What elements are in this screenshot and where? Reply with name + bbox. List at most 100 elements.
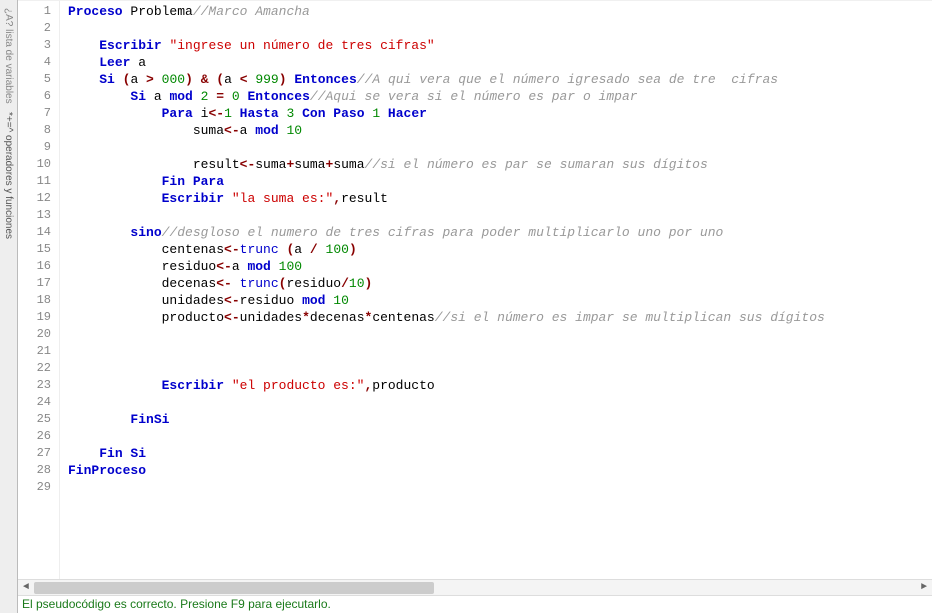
token-kw: Para bbox=[162, 106, 193, 121]
token-ident: a bbox=[232, 259, 248, 274]
token-kw: mod bbox=[247, 259, 278, 274]
token-ident: producto bbox=[372, 378, 434, 393]
code-line[interactable]: Si a mod 2 = 0 Entonces//Aqui se vera si… bbox=[68, 88, 932, 105]
token-ident: centenas bbox=[372, 310, 434, 325]
scroll-thumb[interactable] bbox=[34, 582, 434, 594]
code-line[interactable]: FinSi bbox=[68, 411, 932, 428]
token-num: 100 bbox=[318, 242, 349, 257]
token-num: 10 bbox=[349, 276, 365, 291]
line-number: 1 bbox=[18, 3, 51, 20]
code-line[interactable]: result<-suma+suma+suma//si el número es … bbox=[68, 156, 932, 173]
token-kw: Entonces bbox=[287, 72, 357, 87]
token-ident: a bbox=[130, 55, 146, 70]
code-line[interactable]: centenas<-trunc (a / 100) bbox=[68, 241, 932, 258]
token-num: 10 bbox=[286, 123, 302, 138]
code-line[interactable]: Proceso Problema//Marco Amancha bbox=[68, 3, 932, 20]
token-kw: Fin Para bbox=[162, 174, 224, 189]
token-num: 0 bbox=[232, 89, 240, 104]
token-kw: sino bbox=[130, 225, 161, 240]
token-op: <- bbox=[216, 259, 232, 274]
token-op: <- bbox=[208, 106, 224, 121]
token-num: 1 bbox=[224, 106, 232, 121]
token-num: 000 bbox=[154, 72, 185, 87]
code-line[interactable]: producto<-unidades*decenas*centenas//si … bbox=[68, 309, 932, 326]
token-func: trunc bbox=[240, 242, 279, 257]
code-line[interactable] bbox=[68, 20, 932, 37]
code-line[interactable]: Escribir "la suma es:",result bbox=[68, 190, 932, 207]
token-str: "ingrese un número de tres cifras" bbox=[169, 38, 434, 53]
token-op: ) bbox=[279, 72, 287, 87]
tab-operators[interactable]: *+=^ operadores y funciones bbox=[3, 108, 14, 243]
token-op: & bbox=[193, 72, 216, 87]
token-ident: suma bbox=[333, 157, 364, 172]
token-kw: Hacer bbox=[380, 106, 427, 121]
line-number: 17 bbox=[18, 275, 51, 292]
code-line[interactable] bbox=[68, 343, 932, 360]
code-line[interactable]: unidades<-residuo mod 10 bbox=[68, 292, 932, 309]
code-line[interactable]: decenas<- trunc(residuo/10) bbox=[68, 275, 932, 292]
token-op: ) bbox=[365, 276, 373, 291]
tab-variables[interactable]: ¿A? lista de variables bbox=[3, 4, 14, 108]
token-ident: a bbox=[130, 72, 146, 87]
token-ident: a bbox=[224, 72, 240, 87]
code-line[interactable]: Escribir "el producto es:",producto bbox=[68, 377, 932, 394]
line-number: 15 bbox=[18, 241, 51, 258]
token-op: <- bbox=[240, 157, 256, 172]
code-line[interactable] bbox=[68, 139, 932, 156]
token-ident: centenas bbox=[162, 242, 224, 257]
code-line[interactable]: FinProceso bbox=[68, 462, 932, 479]
code-line[interactable]: Leer a bbox=[68, 54, 932, 71]
tab-operators-label: operadores y funciones bbox=[3, 132, 14, 239]
code-line[interactable] bbox=[68, 360, 932, 377]
token-ident: residuo bbox=[286, 276, 341, 291]
token-ident: residuo bbox=[162, 259, 217, 274]
line-number: 13 bbox=[18, 207, 51, 224]
code-line[interactable]: Fin Para bbox=[68, 173, 932, 190]
token-num: 10 bbox=[333, 293, 349, 308]
code-line[interactable] bbox=[68, 479, 932, 496]
token-op: <- bbox=[216, 276, 239, 291]
code-line[interactable]: Si (a > 000) & (a < 999) Entonces//A qui… bbox=[68, 71, 932, 88]
token-com: //si el número es impar se multiplican s… bbox=[435, 310, 825, 325]
token-ident: result bbox=[341, 191, 388, 206]
line-number: 29 bbox=[18, 479, 51, 496]
code-line[interactable] bbox=[68, 207, 932, 224]
line-number: 14 bbox=[18, 224, 51, 241]
code-content[interactable]: Proceso Problema//Marco Amancha Escribir… bbox=[60, 1, 932, 579]
token-com: //desgloso el numero de tres cifras para… bbox=[162, 225, 724, 240]
code-line[interactable]: Escribir "ingrese un número de tres cifr… bbox=[68, 37, 932, 54]
code-line[interactable]: suma<-a mod 10 bbox=[68, 122, 932, 139]
token-ident: unidades bbox=[240, 310, 302, 325]
code-line[interactable]: Para i<-1 Hasta 3 Con Paso 1 Hacer bbox=[68, 105, 932, 122]
token-func: trunc bbox=[240, 276, 279, 291]
token-ident: result bbox=[193, 157, 240, 172]
code-line[interactable]: Fin Si bbox=[68, 445, 932, 462]
token-str: "la suma es:" bbox=[232, 191, 333, 206]
status-bar: El pseudocódigo es correcto. Presione F9… bbox=[18, 595, 932, 613]
horizontal-scrollbar[interactable]: ◄ ► bbox=[18, 579, 932, 595]
code-line[interactable] bbox=[68, 428, 932, 445]
code-line[interactable] bbox=[68, 394, 932, 411]
line-number: 6 bbox=[18, 88, 51, 105]
token-kw: mod bbox=[302, 293, 333, 308]
scroll-right-arrow[interactable]: ► bbox=[916, 580, 932, 596]
token-op: ( bbox=[216, 72, 224, 87]
token-ident: a bbox=[146, 89, 169, 104]
token-str: "el producto es:" bbox=[232, 378, 365, 393]
token-num: 1 bbox=[372, 106, 380, 121]
line-number: 16 bbox=[18, 258, 51, 275]
token-op: <- bbox=[224, 310, 240, 325]
token-ident: i bbox=[193, 106, 209, 121]
code-line[interactable]: sino//desgloso el numero de tres cifras … bbox=[68, 224, 932, 241]
code-line[interactable] bbox=[68, 326, 932, 343]
token-kw: mod bbox=[169, 89, 200, 104]
line-number: 4 bbox=[18, 54, 51, 71]
line-number: 27 bbox=[18, 445, 51, 462]
token-com: //A qui vera que el número igresado sea … bbox=[357, 72, 778, 87]
scroll-left-arrow[interactable]: ◄ bbox=[18, 580, 34, 596]
token-ident: producto bbox=[162, 310, 224, 325]
token-kw: Escribir bbox=[99, 38, 169, 53]
code-editor[interactable]: 1234567891011121314151617181920212223242… bbox=[18, 0, 932, 579]
token-kw: FinSi bbox=[130, 412, 169, 427]
code-line[interactable]: residuo<-a mod 100 bbox=[68, 258, 932, 275]
